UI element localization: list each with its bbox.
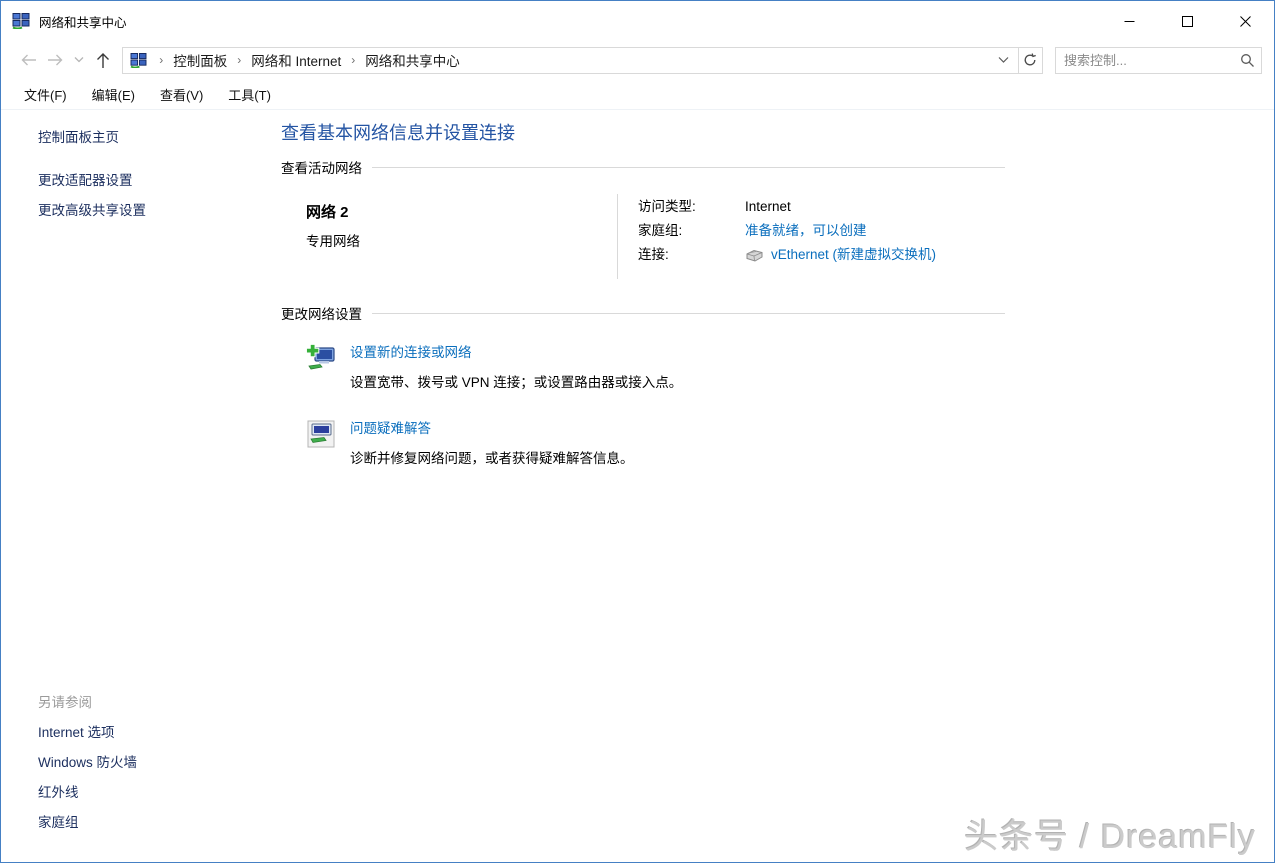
up-button[interactable] <box>89 47 116 73</box>
minimize-button[interactable] <box>1100 1 1158 41</box>
sidebar-item-control-panel-home[interactable]: 控制面板主页 <box>38 128 281 148</box>
see-also-section: 另请参阅 Internet 选项 Windows 防火墙 红外线 家庭组 <box>38 688 137 838</box>
change-network-settings-header: 更改网络设置 <box>281 303 1005 323</box>
search-box <box>1055 47 1262 74</box>
active-networks-label: 查看活动网络 <box>281 157 362 177</box>
vethernet-connection-link[interactable]: vEthernet (新建虚拟交换机) <box>771 243 936 267</box>
active-networks-section-header: 查看活动网络 <box>281 157 1005 177</box>
section-rule <box>372 313 1005 314</box>
menu-bar: 文件(F) 编辑(E) 查看(V) 工具(T) <box>1 79 1274 110</box>
breadcrumb-separator: › <box>151 53 171 67</box>
refresh-button[interactable] <box>1019 47 1044 74</box>
search-icon[interactable] <box>1240 53 1255 68</box>
access-type-value: Internet <box>745 195 791 219</box>
address-dropdown-button[interactable] <box>990 48 1018 73</box>
new-connection-icon <box>306 343 336 373</box>
breadcrumb-separator: › <box>229 53 249 67</box>
sidebar-item-homegroup[interactable]: 家庭组 <box>38 808 137 838</box>
maximize-icon <box>1182 16 1193 27</box>
homegroup-label: 家庭组: <box>638 219 745 243</box>
breadcrumb-network-internet[interactable]: 网络和 Internet <box>249 47 343 73</box>
connection-row: 连接: vEthernet (新建虚拟交换机) <box>638 243 936 267</box>
sidebar-item-windows-firewall[interactable]: Windows 防火墙 <box>38 748 137 778</box>
change-network-settings-label: 更改网络设置 <box>281 303 362 323</box>
sidebar-item-infrared[interactable]: 红外线 <box>38 778 137 808</box>
menu-file[interactable]: 文件(F) <box>14 81 77 108</box>
menu-tools[interactable]: 工具(T) <box>218 81 281 108</box>
up-arrow-icon <box>95 52 111 69</box>
navigation-bar: › 控制面板 › 网络和 Internet › 网络和共享中心 <box>1 41 1274 79</box>
close-button[interactable] <box>1216 1 1274 41</box>
network-identity: 网络 2 专用网络 <box>281 194 618 279</box>
chevron-down-icon <box>74 56 84 64</box>
troubleshoot-task: 问题疑难解答 诊断并修复网络问题，或者获得疑难解答信息。 <box>281 418 1005 467</box>
task-text: 问题疑难解答 诊断并修复网络问题，或者获得疑难解答信息。 <box>350 418 634 467</box>
back-button[interactable] <box>15 47 42 73</box>
ethernet-adapter-icon <box>745 249 764 262</box>
sidebar-item-change-advanced-sharing[interactable]: 更改高级共享设置 <box>38 196 281 226</box>
forward-arrow-icon <box>47 52 64 68</box>
homegroup-ready-link[interactable]: 准备就绪，可以创建 <box>745 219 867 243</box>
network-name: 网络 2 <box>306 201 617 222</box>
refresh-icon <box>1023 53 1037 67</box>
client-area: 控制面板主页 更改适配器设置 更改高级共享设置 另请参阅 Internet 选项… <box>1 110 1274 862</box>
menu-view[interactable]: 查看(V) <box>150 81 213 108</box>
network-type: 专用网络 <box>306 230 617 250</box>
section-rule <box>372 167 1005 168</box>
address-bar[interactable]: › 控制面板 › 网络和 Internet › 网络和共享中心 <box>122 47 1018 74</box>
recent-pages-button[interactable] <box>69 47 89 73</box>
window-title: 网络和共享中心 <box>39 12 127 31</box>
window-controls <box>1100 1 1274 41</box>
sidebar-item-internet-options[interactable]: Internet 选项 <box>38 718 137 748</box>
setup-new-connection-task: 设置新的连接或网络 设置宽带、拨号或 VPN 连接；或设置路由器或接入点。 <box>281 342 1005 391</box>
network-details: 访问类型: Internet 家庭组: 准备就绪，可以创建 连接: <box>618 194 936 279</box>
troubleshoot-desc: 诊断并修复网络问题，或者获得疑难解答信息。 <box>350 447 634 467</box>
sidebar-item-change-adapter-settings[interactable]: 更改适配器设置 <box>38 166 281 196</box>
troubleshoot-link[interactable]: 问题疑难解答 <box>350 418 634 437</box>
active-network-panel: 网络 2 专用网络 访问类型: Internet 家庭组: 准备就绪，可以创建 … <box>281 194 1005 279</box>
back-arrow-icon <box>20 52 37 68</box>
close-icon <box>1240 16 1251 27</box>
connection-label: 连接: <box>638 243 745 267</box>
breadcrumb-control-panel[interactable]: 控制面板 <box>171 47 229 73</box>
setup-new-connection-desc: 设置宽带、拨号或 VPN 连接；或设置路由器或接入点。 <box>350 371 682 391</box>
access-type-label: 访问类型: <box>638 195 745 219</box>
menu-edit[interactable]: 编辑(E) <box>82 81 145 108</box>
network-sharing-center-icon <box>130 53 147 68</box>
connection-value: vEthernet (新建虚拟交换机) <box>745 243 936 267</box>
main-content: 查看基本网络信息并设置连接 查看活动网络 网络 2 专用网络 访问类型: Int… <box>281 110 1005 467</box>
forward-button[interactable] <box>42 47 69 73</box>
homegroup-row: 家庭组: 准备就绪，可以创建 <box>638 219 936 243</box>
chevron-down-icon <box>998 56 1009 64</box>
sidebar: 控制面板主页 更改适配器设置 更改高级共享设置 另请参阅 Internet 选项… <box>1 110 281 862</box>
troubleshoot-icon <box>306 419 336 449</box>
see-also-header: 另请参阅 <box>38 688 137 718</box>
title-bar: 网络和共享中心 <box>1 1 1274 41</box>
task-text: 设置新的连接或网络 设置宽带、拨号或 VPN 连接；或设置路由器或接入点。 <box>350 342 682 391</box>
search-input[interactable] <box>1064 53 1240 68</box>
network-sharing-center-icon <box>12 13 30 29</box>
breadcrumb-separator: › <box>343 53 363 67</box>
network-sharing-center-window: 网络和共享中心 <box>0 0 1275 863</box>
access-type-row: 访问类型: Internet <box>638 195 936 219</box>
page-title: 查看基本网络信息并设置连接 <box>281 122 1005 144</box>
breadcrumb-network-sharing-center[interactable]: 网络和共享中心 <box>363 47 462 73</box>
setup-new-connection-link[interactable]: 设置新的连接或网络 <box>350 342 682 361</box>
maximize-button[interactable] <box>1158 1 1216 41</box>
minimize-icon <box>1124 16 1135 27</box>
